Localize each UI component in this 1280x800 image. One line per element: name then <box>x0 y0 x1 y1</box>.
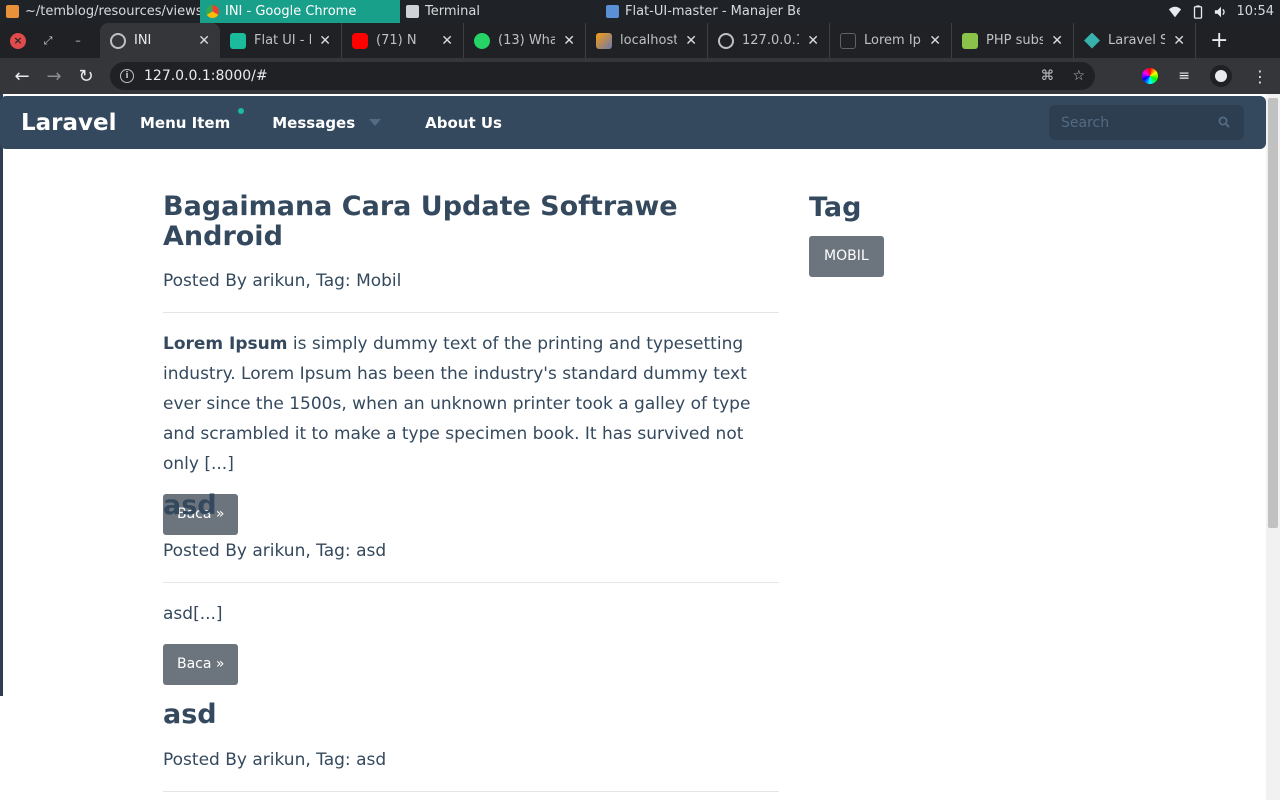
back-icon[interactable]: ← <box>6 66 38 87</box>
divider <box>163 312 779 314</box>
post-title[interactable]: asd <box>163 700 779 730</box>
tab-close-icon[interactable]: ✕ <box>563 33 575 49</box>
tab-youtube[interactable]: (71) N ✕ <box>342 23 464 58</box>
address-bar[interactable]: i 127.0.0.1:8000/# ⌘ ☆ <box>110 62 1095 90</box>
window-restore-icon[interactable]: ⤢ <box>40 33 56 49</box>
tab-close-icon[interactable]: ✕ <box>319 33 331 49</box>
color-picker-extension-icon[interactable] <box>1142 68 1159 84</box>
info-icon[interactable]: i <box>120 69 134 83</box>
clock: 10:54 <box>1236 4 1274 19</box>
phpmyadmin-icon <box>596 32 612 49</box>
nav-messages-dropdown[interactable]: Messages <box>252 114 401 132</box>
tab-php-substr[interactable]: PHP subst ✕ <box>952 23 1074 58</box>
tab-close-icon[interactable]: ✕ <box>198 33 210 49</box>
taskbar-item-label: Terminal <box>425 4 480 19</box>
post-title[interactable]: Bagaimana Cara Update Softrawe Android <box>163 192 779 252</box>
bookmark-star-icon[interactable]: ☆ <box>1072 68 1085 84</box>
nav-about-us[interactable]: About Us <box>405 114 522 132</box>
search-box <box>1049 105 1244 140</box>
laravel-icon <box>1084 32 1100 49</box>
window-minimize-icon[interactable]: – <box>70 33 86 49</box>
battery-icon[interactable] <box>1191 4 1205 19</box>
tab-ini[interactable]: INI ✕ <box>100 23 220 58</box>
divider <box>163 581 779 583</box>
post-title[interactable]: asd <box>163 491 779 521</box>
globe-icon <box>110 32 126 49</box>
tab-close-icon[interactable]: ✕ <box>929 33 941 49</box>
globe-icon <box>718 32 734 49</box>
tab-flat-ui[interactable]: Flat UI - Fr ✕ <box>220 23 342 58</box>
post-meta: Posted By arikun, Tag: asd <box>163 540 387 561</box>
post-excerpt-bold: Lorem Ipsum <box>163 334 288 355</box>
desktop-taskbar: ~/temblog/resources/views/... INI - Goog… <box>0 0 1280 23</box>
window-close-icon[interactable]: × <box>10 32 26 49</box>
browser-tab-strip: × ⤢ – INI ✕ Flat UI - Fr ✕ (71) N ✕ (13)… <box>0 23 1280 58</box>
tab-close-icon[interactable]: ✕ <box>685 33 697 49</box>
post-item: asd Posted By arikun, Tag: asd asd[...] … <box>163 491 779 685</box>
forward-icon[interactable]: → <box>38 66 70 87</box>
taskbar-item-label: Flat-UI-master - Manajer Be... <box>625 4 800 19</box>
new-tab-icon[interactable]: + <box>1196 28 1242 53</box>
translate-icon[interactable]: ⌘ <box>1040 68 1054 84</box>
post-excerpt: asd[...] <box>163 603 223 624</box>
volume-icon[interactable] <box>1214 5 1228 19</box>
read-more-button[interactable]: Baca » <box>163 643 239 685</box>
browser-toolbar: ← → ↻ i 127.0.0.1:8000/# ⌘ ☆ ≡ ⋮ <box>0 58 1280 94</box>
post-meta: Posted By arikun, Tag: Mobil <box>163 271 402 292</box>
youtube-icon <box>352 32 368 49</box>
folder-icon <box>606 5 619 18</box>
tab-lorem-ipsum[interactable]: Lorem Ips ✕ <box>830 23 952 58</box>
tag-button[interactable]: MOBIL <box>809 236 884 277</box>
post-excerpt-text: is simply dummy text of the printing and… <box>163 334 751 475</box>
nav-links: Menu Item Messages About Us <box>120 96 522 149</box>
tab-laravel[interactable]: Laravel St ✕ <box>1074 23 1196 58</box>
whatsapp-icon <box>474 32 490 49</box>
scrollbar-thumb[interactable] <box>1268 98 1278 528</box>
divider <box>163 790 779 792</box>
page-scrollbar[interactable] <box>1266 94 1280 800</box>
url-text: 127.0.0.1:8000/# <box>144 68 268 84</box>
tab-close-icon[interactable]: ✕ <box>1173 33 1185 49</box>
taskbar-item-label: ~/temblog/resources/views/... <box>25 4 200 19</box>
taskbar-item-file-manager[interactable]: Flat-UI-master - Manajer Be... <box>600 0 800 23</box>
media-queue-icon[interactable]: ≡ <box>1178 68 1190 84</box>
post-item: Bagaimana Cara Update Softrawe Android P… <box>163 192 779 536</box>
tab-whatsapp[interactable]: (13) What ✕ <box>464 23 586 58</box>
post-meta: Posted By arikun, Tag: asd <box>163 749 387 770</box>
tab-close-icon[interactable]: ✕ <box>441 33 453 49</box>
notification-dot-icon <box>238 107 245 114</box>
tab-localhost-8000[interactable]: 127.0.0.1: ✕ <box>708 23 830 58</box>
taskbar-item-label: INI - Google Chrome <box>225 4 357 19</box>
php-icon <box>962 32 978 49</box>
site-navbar: Laravel Menu Item Messages About Us <box>0 96 1266 149</box>
taskbar-item-terminal[interactable]: Terminal <box>400 0 600 23</box>
search-icon[interactable] <box>1218 116 1230 128</box>
nav-menu-item[interactable]: Menu Item <box>120 107 250 132</box>
search-input[interactable] <box>1061 114 1211 131</box>
wifi-icon[interactable] <box>1168 5 1182 19</box>
flat-ui-icon <box>230 32 246 49</box>
terminal-icon <box>406 5 419 18</box>
tab-phpmyadmin[interactable]: localhost / ✕ <box>586 23 708 58</box>
post-excerpt: Lorem Ipsum is simply dummy text of the … <box>163 329 779 479</box>
tag-sidebar: Tag MOBIL <box>809 192 1109 277</box>
post-item: asd Posted By arikun, Tag: asd <box>163 700 779 792</box>
avatar[interactable] <box>1210 65 1232 87</box>
tab-close-icon[interactable]: ✕ <box>807 33 819 49</box>
left-edge-bar <box>0 94 3 696</box>
caret-down-icon <box>369 119 382 126</box>
taskbar-item-sublime[interactable]: ~/temblog/resources/views/... <box>0 0 200 23</box>
sidebar-title: Tag <box>809 192 862 223</box>
menu-kebab-icon[interactable]: ⋮ <box>1252 67 1268 86</box>
lorem-icon <box>840 32 856 49</box>
page-viewport: Laravel Menu Item Messages About Us Baga… <box>0 94 1280 800</box>
reload-icon[interactable]: ↻ <box>70 66 102 87</box>
taskbar-item-chrome[interactable]: INI - Google Chrome <box>200 0 400 23</box>
tab-close-icon[interactable]: ✕ <box>1051 33 1063 49</box>
chrome-icon <box>206 5 219 18</box>
sublime-icon <box>6 5 19 18</box>
site-brand[interactable]: Laravel <box>0 110 120 136</box>
